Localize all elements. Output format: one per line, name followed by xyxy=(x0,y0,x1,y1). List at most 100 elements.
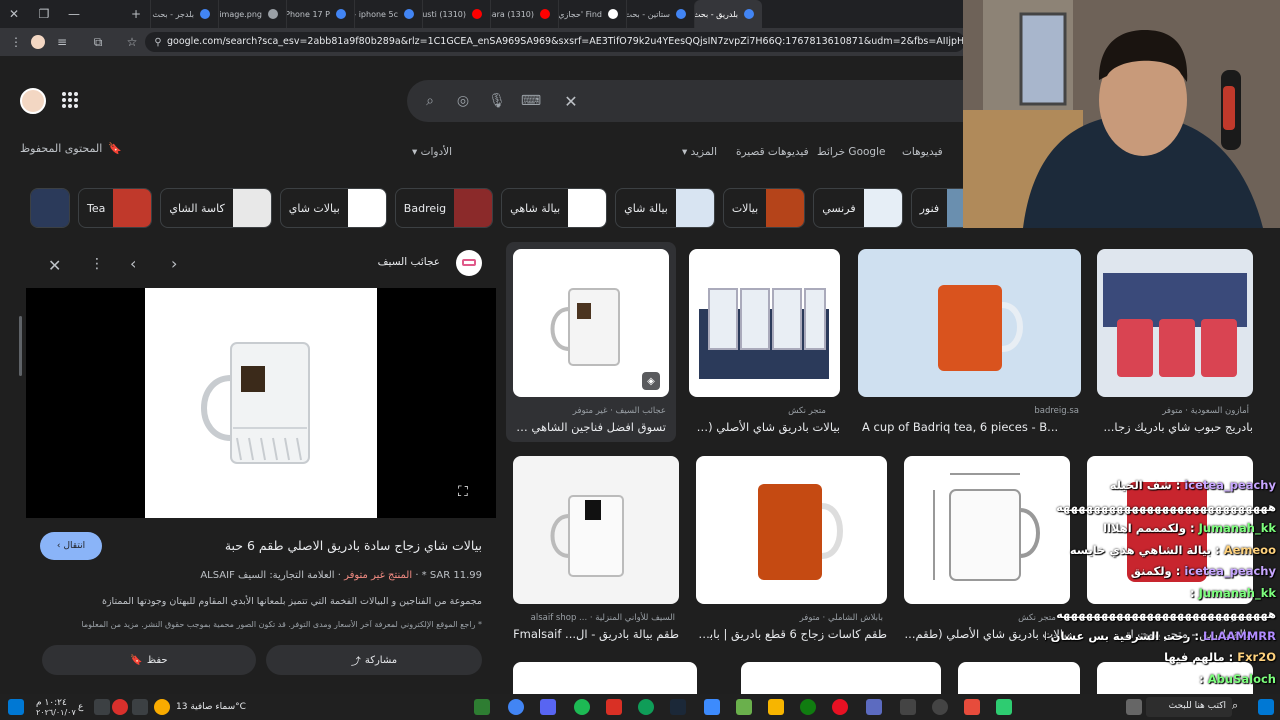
browser-tab[interactable]: بلدريق - بحث xyxy=(694,0,762,28)
media-app-icon[interactable] xyxy=(832,699,848,715)
filter-more[interactable]: ▾ المزيد xyxy=(682,146,717,158)
taskbar-app-icon[interactable] xyxy=(900,699,916,715)
browser-tab[interactable]: ستاتين - بحث xyxy=(626,0,694,28)
related-search-chip[interactable]: كاسة الشاي xyxy=(160,188,272,228)
related-search-chip[interactable]: بيالة شاي xyxy=(615,188,715,228)
close-window-icon[interactable]: ✕ xyxy=(4,4,24,24)
close-icon[interactable]: ✕ xyxy=(48,256,61,275)
related-search-chip[interactable]: Tea xyxy=(78,188,153,228)
result-card[interactable]: ◈ عجائب السيف · غير متوفر تسوق افضل فناج… xyxy=(506,242,676,442)
preview-site-name[interactable]: عجائب السيف xyxy=(378,256,440,268)
browser-tab[interactable]: image.png ( xyxy=(218,0,286,28)
taskbar-app-icon[interactable] xyxy=(996,699,1012,715)
result-title[interactable]: طقم كاسات زجاج 6 قطع بادريق | بابلا... xyxy=(696,627,887,641)
taskbar-search-input[interactable]: اكتب هنا للبحث xyxy=(1146,697,1232,717)
notifications-icon[interactable] xyxy=(8,699,24,715)
chrome-icon[interactable] xyxy=(508,699,524,715)
result-image[interactable] xyxy=(689,249,840,397)
browser-tab[interactable]: (1310) Dusti xyxy=(422,0,490,28)
browser-tab[interactable]: (1310) Bara xyxy=(490,0,558,28)
clock-date[interactable]: ٢٠٢٦/٠١/٠٧ xyxy=(36,708,76,717)
scrollbar[interactable] xyxy=(19,316,22,376)
menu-icon[interactable]: ⋮ xyxy=(4,30,28,54)
lens-icon[interactable]: ◎ xyxy=(453,91,473,111)
result-title[interactable]: طقم بيالة بادريق - ال... Fmalsaif xyxy=(513,627,679,641)
puzzle-icon[interactable]: ⧉ xyxy=(86,30,110,54)
tray-chevron-icon[interactable] xyxy=(132,699,148,715)
discord-icon[interactable] xyxy=(540,699,556,715)
result-card[interactable]: السيف للأواني المنزلية · ... alsaif shop… xyxy=(513,456,679,646)
search-icon[interactable]: ⌕ xyxy=(420,91,440,111)
related-search-chip[interactable]: بيالات شاي xyxy=(279,188,387,228)
result-card[interactable]: أمازون السعودية · متوفر بادريج حبوب شاي … xyxy=(1097,249,1253,439)
browser-tab[interactable]: بلدجر - بحث xyxy=(150,0,218,28)
result-image[interactable] xyxy=(696,456,887,604)
profile-icon[interactable] xyxy=(26,30,50,54)
tray-app-icon[interactable] xyxy=(112,699,128,715)
result-title[interactable]: تسوق افضل فناجين الشاهي من ... xyxy=(516,420,666,434)
new-tab-button[interactable]: + xyxy=(126,4,146,24)
save-button[interactable]: 🔖 حفظ xyxy=(42,645,256,675)
search-input[interactable]: ⌕ ◎ 🎙 ⌨ ✕ xyxy=(407,80,997,122)
result-title[interactable]: A cup of Badriq tea, 6 pieces - B... xyxy=(862,420,1077,434)
filter-maps[interactable]: خرائط Google xyxy=(817,146,885,158)
lens-icon[interactable]: ◈ xyxy=(642,372,660,390)
search-inside-image-icon[interactable]: ⛶ xyxy=(458,484,468,500)
vscode-icon[interactable] xyxy=(704,699,720,715)
office-icon[interactable] xyxy=(964,699,980,715)
url-field[interactable]: google.com/search?sca_esv=2abb81a9f80b28… xyxy=(145,32,965,52)
tools-filter[interactable]: ▾ الأدوات xyxy=(412,146,452,158)
search-icon[interactable]: ⌕ xyxy=(1232,699,1248,715)
share-button[interactable]: ⤴ مشاركة xyxy=(266,645,482,675)
result-card[interactable]: متجر نكش بيالات بادريق شاي الأصلي (طقم..… xyxy=(689,249,840,439)
task-view-icon[interactable] xyxy=(1126,699,1142,715)
clock-time[interactable]: ١٠:٢٤ م xyxy=(36,698,67,708)
filter-videos[interactable]: فيديوهات xyxy=(902,146,943,158)
microphone-icon[interactable]: 🎙 xyxy=(487,91,507,111)
result-image[interactable] xyxy=(513,456,679,604)
preview-image[interactable] xyxy=(145,288,377,518)
apps-grid-icon[interactable] xyxy=(62,92,78,108)
result-card[interactable]: badreig.sa A cup of Badriq tea, 6 pieces… xyxy=(858,249,1081,439)
browser-tab[interactable]: Find 'حجازي xyxy=(558,0,626,28)
result-title[interactable]: بادريج حبوب شاي بادريك زجا... xyxy=(1097,420,1253,434)
result-card[interactable] xyxy=(741,662,941,694)
input-language[interactable]: ع xyxy=(78,702,83,712)
spotify-icon[interactable] xyxy=(574,699,590,715)
related-search-chip[interactable]: Badreig xyxy=(394,188,494,228)
related-search-chip[interactable]: فرنسي xyxy=(813,188,903,228)
filter-shorts[interactable]: فيديوهات قصيرة xyxy=(736,146,809,158)
result-card[interactable]: بابلاش الشاملي · متوفر طقم كاسات زجاج 6 … xyxy=(696,456,887,646)
related-search-chip[interactable] xyxy=(30,188,70,228)
saved-content-link[interactable]: المحتوى المحفوظ 🔖 xyxy=(20,142,122,155)
clear-search-icon[interactable]: ✕ xyxy=(561,91,581,111)
previous-icon[interactable]: ‹ xyxy=(130,254,136,273)
preview-image-frame[interactable]: ⛶ xyxy=(26,288,496,518)
result-image[interactable] xyxy=(858,249,1081,397)
restore-icon[interactable]: ❐ xyxy=(34,4,54,24)
avatar[interactable] xyxy=(20,88,46,114)
more-options-icon[interactable]: ⋮ xyxy=(90,256,104,272)
xbox-app-icon[interactable] xyxy=(800,699,816,715)
preview-title[interactable]: بيالات شاي زجاج سادة بادريق الاصلي طقم 6… xyxy=(225,538,482,553)
result-image[interactable] xyxy=(1097,249,1253,397)
related-search-chip[interactable]: بيالات xyxy=(722,188,806,228)
weather-text[interactable]: سماء صافية 13°C xyxy=(176,702,246,712)
xbox-icon[interactable] xyxy=(474,699,490,715)
minecraft-icon[interactable] xyxy=(736,699,752,715)
result-card[interactable] xyxy=(513,662,697,694)
site-info-icon[interactable]: ⚲ xyxy=(146,30,170,54)
result-title[interactable]: بيالات بادريق شاي الأصلي (طقم... xyxy=(689,420,840,434)
browser-tab[interactable]: iPhone 17 P xyxy=(286,0,354,28)
app-icon[interactable] xyxy=(606,699,622,715)
extensions-icon[interactable]: ≡ xyxy=(50,30,74,54)
related-search-chip[interactable]: بيالة شاهي xyxy=(501,188,608,228)
windows-start-icon[interactable] xyxy=(1258,699,1274,715)
store-icon[interactable] xyxy=(866,699,882,715)
bookmark-star-icon[interactable]: ☆ xyxy=(120,30,144,54)
keyboard-icon[interactable]: ⌨ xyxy=(521,91,541,111)
visit-button[interactable]: ‹ انتقال xyxy=(40,532,102,560)
browser-tab[interactable]: iphone 5c - xyxy=(354,0,422,28)
edge-icon[interactable] xyxy=(638,699,654,715)
file-explorer-icon[interactable] xyxy=(768,699,784,715)
